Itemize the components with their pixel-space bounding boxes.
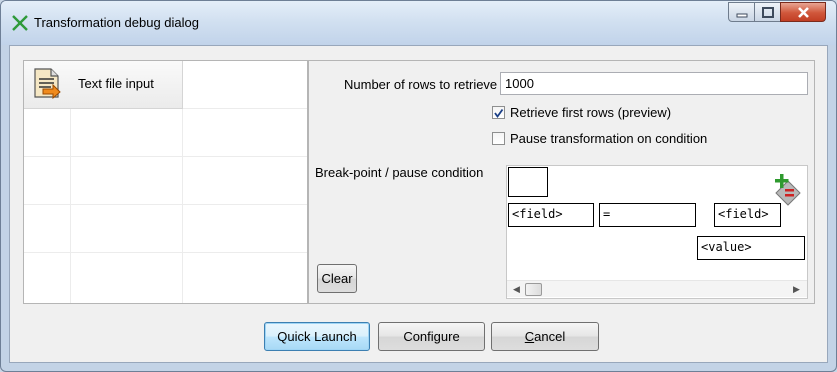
debug-settings-panel: Number of rows to retrieve Retrieve firs…: [308, 60, 815, 304]
minimize-button[interactable]: [728, 2, 755, 22]
condition-editor[interactable]: <field> = <field> <value> ◀ ▶: [506, 165, 808, 299]
clear-button[interactable]: Clear: [317, 264, 357, 293]
maximize-icon: [762, 7, 774, 18]
maximize-button[interactable]: [754, 2, 781, 22]
grid-cell: [24, 253, 71, 303]
checkmark-icon: [494, 108, 504, 119]
operator-box[interactable]: =: [599, 203, 696, 227]
window-title: Transformation debug dialog: [34, 15, 200, 30]
grid-cell: [71, 205, 183, 253]
grid-cell: [183, 61, 307, 109]
grid-cell: [183, 157, 307, 205]
horizontal-scrollbar[interactable]: ◀ ▶: [507, 280, 807, 297]
condition-negate-box[interactable]: [508, 167, 548, 197]
text-file-input-icon: [34, 68, 61, 99]
grid-cell: [71, 157, 183, 205]
step-label: Text file input: [78, 76, 154, 91]
dialog-body: Text file input Number of rows to retrie…: [9, 45, 828, 363]
grid-cell: [24, 109, 71, 157]
close-icon: [798, 7, 809, 18]
title-bar[interactable]: Transformation debug dialog: [1, 1, 836, 45]
cancel-mnemonic: C: [524, 329, 535, 344]
minimize-icon: [736, 13, 748, 18]
scroll-thumb[interactable]: [525, 283, 542, 296]
grid-cell: [24, 157, 71, 205]
pause-label[interactable]: Pause transformation on condition: [510, 131, 707, 146]
configure-button[interactable]: Configure: [378, 322, 485, 351]
quick-launch-button[interactable]: Quick Launch: [264, 322, 370, 351]
steps-table[interactable]: Text file input: [23, 60, 308, 304]
app-icon: [12, 15, 28, 31]
grid-cell: [183, 205, 307, 253]
left-field-box[interactable]: <field>: [508, 203, 594, 227]
cancel-button[interactable]: Cancel: [491, 322, 599, 351]
retrieve-first-checkbox[interactable]: [492, 106, 505, 119]
grid-cell: [24, 205, 71, 253]
scroll-right-icon[interactable]: ▶: [793, 284, 800, 295]
value-box[interactable]: <value>: [697, 236, 805, 260]
grid-cell: [71, 109, 183, 157]
cancel-label-rest: ancel: [534, 329, 566, 344]
step-row[interactable]: Text file input: [24, 61, 183, 109]
right-field-box[interactable]: <field>: [714, 203, 781, 227]
grid-cell: [183, 253, 307, 303]
close-button[interactable]: [780, 2, 826, 22]
scroll-left-icon[interactable]: ◀: [513, 284, 520, 295]
pause-checkbox[interactable]: [492, 132, 505, 145]
breakpoint-label: Break-point / pause condition: [315, 165, 484, 180]
grid-cell: [183, 109, 307, 157]
retrieve-first-label[interactable]: Retrieve first rows (preview): [510, 105, 671, 120]
rows-label: Number of rows to retrieve: [344, 77, 498, 92]
grid-cell: [71, 253, 183, 303]
dialog-window: Transformation debug dialog Text file in…: [0, 0, 837, 372]
rows-input[interactable]: [500, 72, 808, 95]
